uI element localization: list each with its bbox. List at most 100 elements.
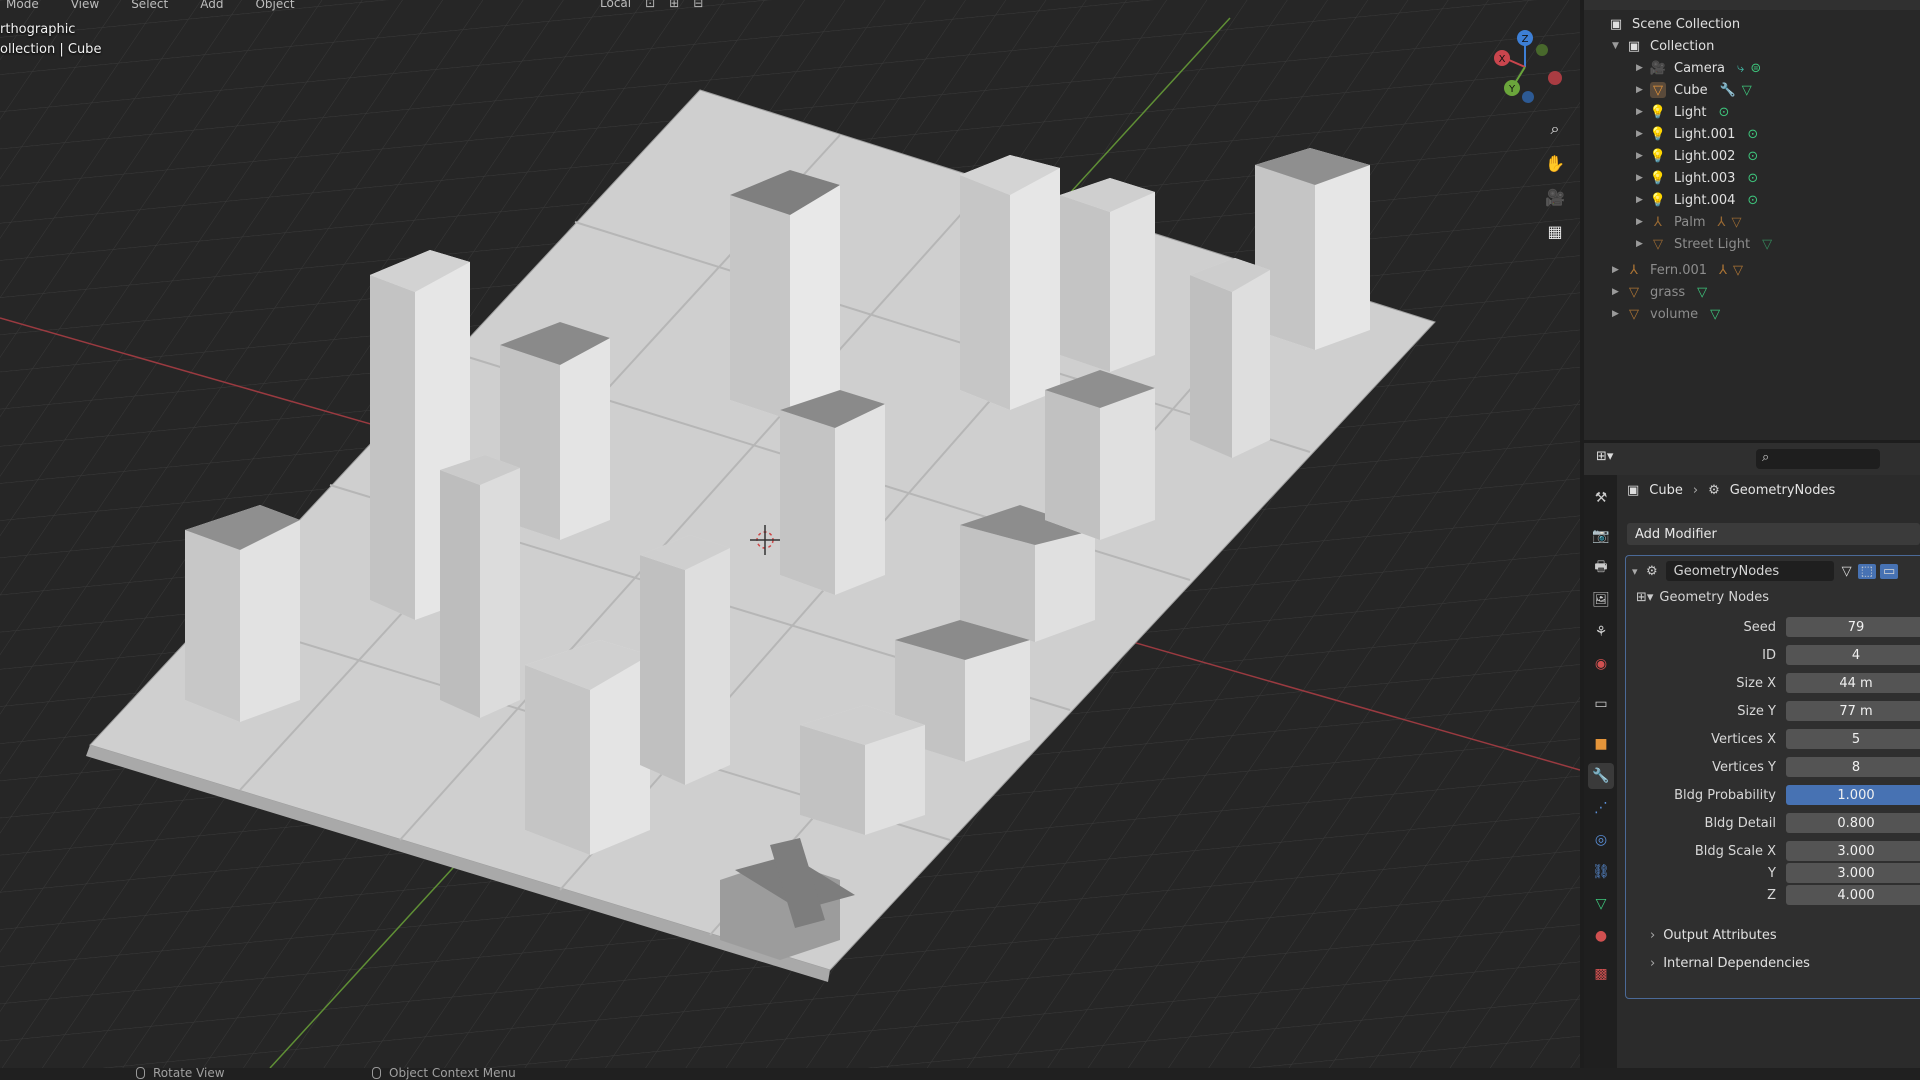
grid-icon[interactable]: ▦	[1542, 218, 1568, 244]
hand-icon[interactable]: ✋	[1542, 150, 1568, 176]
edit-mode-toggle-icon[interactable]: ▽	[1842, 564, 1852, 579]
outliner-item-camera[interactable]: ▶ 🎥 Camera ⤷ ⊜	[1636, 57, 1761, 79]
bldg-scale-z-field[interactable]: 4.000	[1786, 885, 1920, 905]
expand-arrow-icon[interactable]: ▶	[1612, 265, 1626, 275]
expand-arrow-icon[interactable]: ▶	[1636, 107, 1650, 117]
texture-tab-icon[interactable]: ▩	[1588, 961, 1614, 987]
modifier-tab-icon[interactable]: 🔧	[1588, 763, 1614, 789]
outliner-item-cube[interactable]: ▶ ▽ Cube 🔧 ▽	[1636, 79, 1752, 101]
collection-tab-icon[interactable]: ▭	[1588, 691, 1614, 717]
breadcrumb: ▣ Cube › ⚙ GeometryNodes	[1627, 483, 1835, 498]
zoom-icon[interactable]: ⌕	[1542, 116, 1568, 142]
output-attributes-panel[interactable]: › Output Attributes	[1650, 928, 1777, 943]
render-tab-icon[interactable]: 📷	[1588, 523, 1614, 549]
outliner-item-fern[interactable]: ▶ ⅄ Fern.001 ⅄ ▽	[1612, 259, 1743, 281]
camera-icon[interactable]: 🎥	[1542, 184, 1568, 210]
prop-label: Y	[1768, 865, 1776, 881]
id-field[interactable]: 4	[1786, 645, 1920, 665]
outliner-item-grass[interactable]: ▶ ▽ grass ▽	[1612, 281, 1707, 303]
light-object-icon: 💡	[1649, 192, 1667, 208]
tool-tab-icon[interactable]: ⚒	[1588, 485, 1614, 511]
vertices-y-field[interactable]: 8	[1786, 757, 1920, 777]
expand-arrow-icon[interactable]: ▶	[1636, 85, 1650, 95]
material-tab-icon[interactable]: ●	[1588, 923, 1614, 949]
outliner-item-volume[interactable]: ▶ ▽ volume ▽	[1612, 303, 1720, 325]
light-object-icon: 💡	[1649, 148, 1667, 164]
light-data-icon: ⊙	[1747, 170, 1759, 186]
outliner-item-light[interactable]: ▶ 💡 Light ⊙	[1636, 101, 1729, 123]
viewport-toggle-icon[interactable]: ▭	[1879, 563, 1899, 579]
navigation-gizmo[interactable]: Z X Y	[1480, 22, 1570, 112]
add-modifier-button[interactable]: Add Modifier	[1627, 523, 1920, 545]
physics-tab-icon[interactable]: ◎	[1588, 827, 1614, 853]
output-attributes-label: Output Attributes	[1663, 928, 1777, 943]
size-y-field[interactable]: 77 m	[1786, 701, 1920, 721]
internal-dependencies-panel[interactable]: › Internal Dependencies	[1650, 956, 1810, 971]
mesh-data-icon: ▽	[1731, 214, 1742, 230]
seed-field[interactable]: 79	[1786, 617, 1920, 637]
modifier-name-field[interactable]: GeometryNodes	[1665, 561, 1834, 581]
bldg-detail-field[interactable]: 0.800	[1786, 813, 1920, 833]
internal-dependencies-label: Internal Dependencies	[1663, 956, 1810, 971]
mesh-object-icon: ▽	[1629, 306, 1639, 322]
bldg-scale-y-field[interactable]: 3.000	[1786, 863, 1920, 883]
3d-viewport[interactable]: Mode View Select Add Object Local ⊡ ⊞ ⊟ …	[0, 0, 1580, 1068]
vertices-x-field[interactable]: 5	[1786, 729, 1920, 749]
expand-arrow-icon[interactable]: ▶	[1612, 287, 1626, 297]
prop-label: Vertices X	[1711, 731, 1776, 747]
cage-toggle-icon[interactable]: ⬚	[1857, 563, 1876, 579]
menu-add[interactable]: Add	[200, 0, 223, 12]
scene-collection-label: Scene Collection	[1632, 16, 1741, 32]
expand-arrow-icon[interactable]: ▶	[1612, 309, 1626, 319]
node-group-selector[interactable]: ⊞▾ Geometry Nodes	[1636, 590, 1769, 605]
chevron-right-icon: ›	[1650, 956, 1656, 971]
armature-object-icon: ⅄	[1654, 214, 1662, 230]
light-data-icon: ⊙	[1747, 126, 1759, 142]
view-layer-tab-icon[interactable]: 🖼	[1588, 587, 1614, 613]
collapse-arrow-icon[interactable]: ▼	[1612, 41, 1626, 51]
data-tab-icon[interactable]: ▽	[1588, 891, 1614, 917]
outliner-collection[interactable]: ▼ ▣ Collection	[1612, 35, 1714, 57]
pivot-icon[interactable]: ⊡	[645, 0, 655, 10]
menu-object[interactable]: Object	[255, 0, 294, 12]
outliner-item-light-004[interactable]: ▶ 💡 Light.004 ⊙	[1636, 189, 1758, 211]
expand-arrow-icon[interactable]: ▶	[1636, 63, 1650, 73]
output-tab-icon[interactable]: 🖶	[1588, 555, 1614, 581]
size-x-field[interactable]: 44 m	[1786, 673, 1920, 693]
expand-arrow-icon[interactable]: ▶	[1636, 173, 1650, 183]
particles-tab-icon[interactable]: ⋰	[1588, 795, 1614, 821]
snap-icon[interactable]: ⊞	[669, 0, 679, 10]
outliner-item-light-003[interactable]: ▶ 💡 Light.003 ⊙	[1636, 167, 1758, 189]
outliner-item-light-002[interactable]: ▶ 💡 Light.002 ⊙	[1636, 145, 1758, 167]
transform-orientation-dropdown[interactable]: Local	[600, 0, 631, 10]
collection-label: ollection | Cube	[0, 42, 102, 57]
prop-bldg-scale-y: Y 3.000	[1626, 862, 1920, 884]
bldg-scale-x-field[interactable]: 3.000	[1786, 841, 1920, 861]
expand-arrow-icon[interactable]: ▶	[1636, 217, 1650, 227]
bldg-probability-field[interactable]: 1.000	[1786, 785, 1920, 805]
status-context-label: Object Context Menu	[389, 1066, 516, 1080]
collapse-arrow-icon[interactable]: ▾	[1632, 565, 1646, 578]
expand-arrow-icon[interactable]: ▶	[1636, 239, 1650, 249]
modifier-panel: ▾ ⚙ GeometryNodes ▽ ⬚ ▭ ⊞▾ Geometry Node…	[1625, 555, 1920, 999]
menu-select[interactable]: Select	[131, 0, 168, 12]
expand-arrow-icon[interactable]: ▶	[1636, 129, 1650, 139]
properties-search-input[interactable]: ⌕	[1756, 449, 1880, 469]
expand-arrow-icon[interactable]: ▶	[1636, 195, 1650, 205]
editor-type-icon[interactable]: ⊞▾	[1596, 449, 1628, 469]
outliner-item-light-001[interactable]: ▶ 💡 Light.001 ⊙	[1636, 123, 1758, 145]
outliner-item-palm[interactable]: ▶ ⅄ Palm ⅄ ▽	[1636, 211, 1741, 233]
outliner-item-street-light[interactable]: ▶ ▽ Street Light ▽	[1636, 233, 1772, 255]
world-tab-icon[interactable]: ◉	[1588, 651, 1614, 677]
proportional-icon[interactable]: ⊟	[693, 0, 703, 10]
gizmo-x-label: X	[1499, 54, 1506, 65]
constraints-tab-icon[interactable]: ⛓	[1588, 859, 1614, 885]
menu-mode[interactable]: Mode	[6, 0, 39, 12]
expand-arrow-icon[interactable]: ▶	[1636, 151, 1650, 161]
object-tab-icon[interactable]: ■	[1588, 731, 1614, 757]
prop-label: Bldg Scale X	[1694, 843, 1776, 859]
menu-view[interactable]: View	[71, 0, 99, 12]
outliner-scene-collection[interactable]: ▣ Scene Collection	[1608, 13, 1740, 35]
scene-tab-icon[interactable]: ⚘	[1588, 619, 1614, 645]
geometry-nodes-icon: ⚙	[1708, 483, 1720, 498]
